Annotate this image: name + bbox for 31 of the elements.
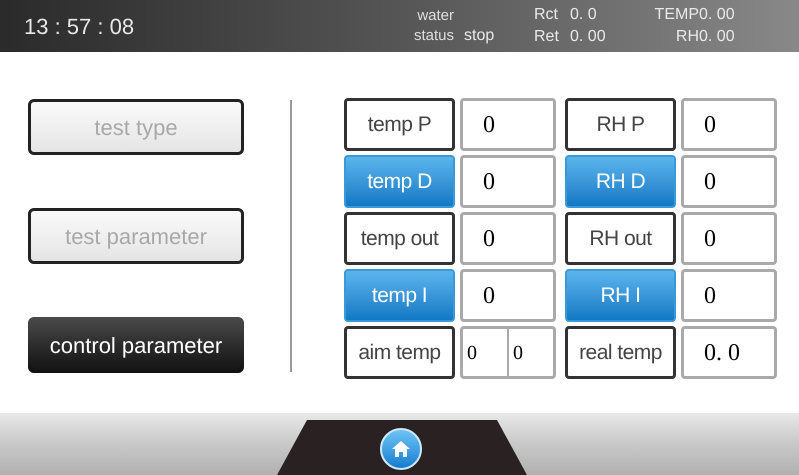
status-value: stop <box>464 26 496 46</box>
value-field[interactable]: 0 <box>460 155 556 208</box>
value-field[interactable]: 0 <box>681 269 777 322</box>
value-field[interactable]: 0. 0 <box>681 326 777 379</box>
parameter-label[interactable]: temp P <box>344 98 455 151</box>
clock-time: 13 : 57 : 08 <box>24 12 136 40</box>
reading-value: 0. 00 <box>570 27 607 47</box>
value-field[interactable]: 0 <box>681 98 777 151</box>
reading-value: 0. 0 <box>570 5 598 25</box>
value-field[interactable]: 0 <box>460 269 556 322</box>
parameter-label[interactable]: real temp <box>565 326 676 379</box>
value-field[interactable]: 0 <box>507 329 553 376</box>
reading-label: RH <box>674 27 699 47</box>
reading-label: Ret <box>534 27 560 47</box>
parameter-label[interactable]: temp out <box>344 212 455 265</box>
home-icon <box>391 439 411 459</box>
parameter-label[interactable]: aim temp <box>344 326 455 379</box>
value-field[interactable]: 0 <box>681 155 777 208</box>
reading-label: TEMP <box>654 5 699 25</box>
reading-value: 0. 00 <box>699 5 735 25</box>
value-field[interactable]: 0 <box>460 212 556 265</box>
value-field[interactable]: 0 <box>460 98 556 151</box>
parameter-label[interactable]: RH P <box>565 98 676 151</box>
reading-label: Rct <box>534 5 559 25</box>
status-label: water <box>417 6 454 26</box>
parameter-label[interactable]: RH out <box>565 212 676 265</box>
status-label: status <box>414 26 454 46</box>
reading-value: 0. 00 <box>699 27 735 47</box>
menu-button[interactable]: control parameter <box>28 317 244 373</box>
value-field[interactable]: 0 <box>463 329 507 376</box>
value-field[interactable]: 0 <box>681 212 777 265</box>
